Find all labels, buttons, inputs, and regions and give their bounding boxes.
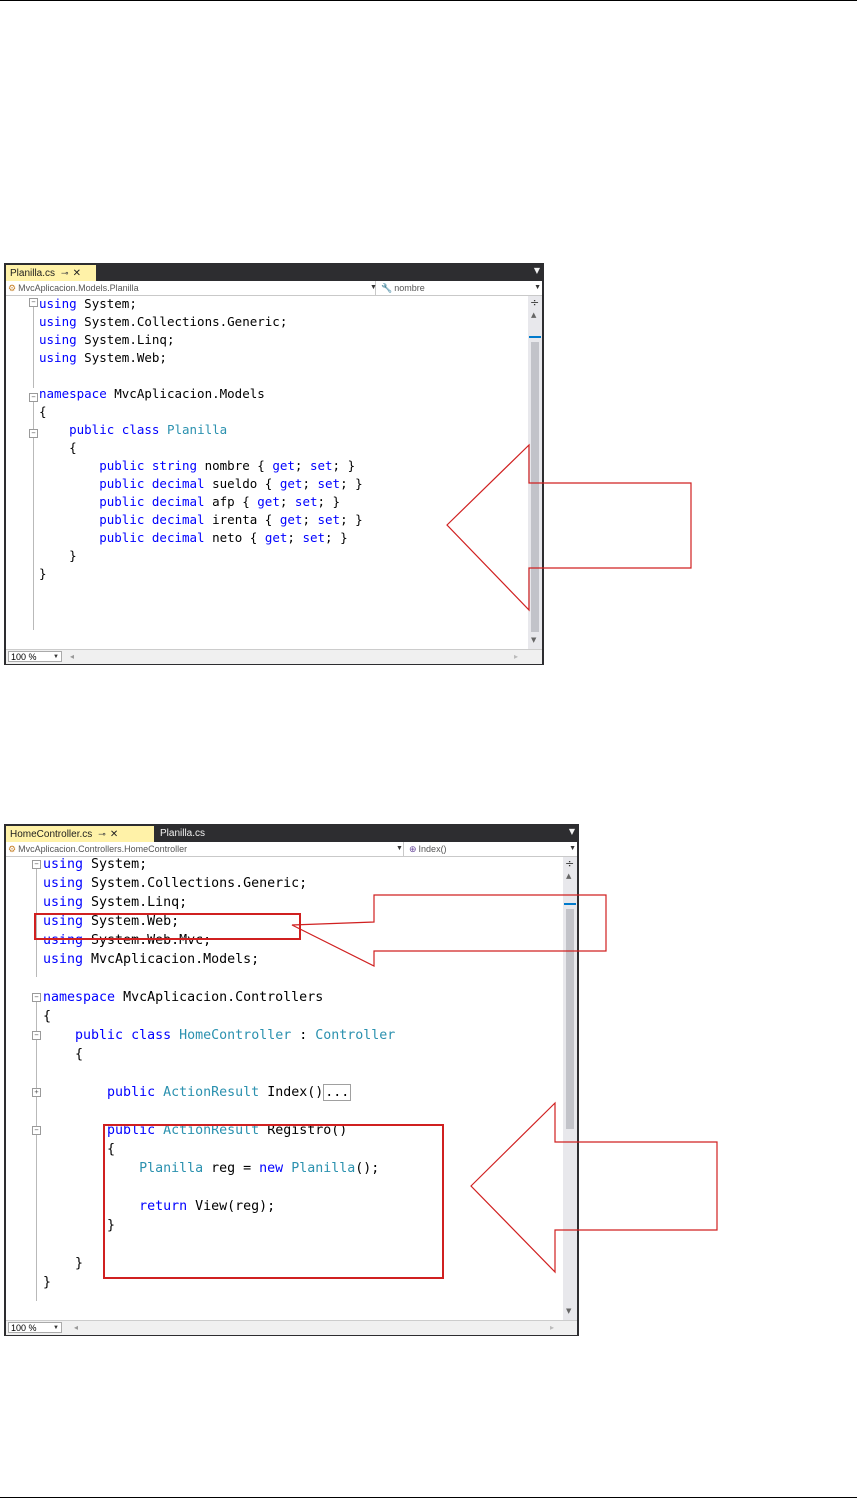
annotation-arrows — [291, 443, 718, 1274]
arrow-icon — [291, 894, 607, 967]
arrow-icon — [446, 443, 692, 612]
page-bottom-rule — [0, 1497, 857, 1498]
arrow-icon — [470, 1101, 718, 1274]
